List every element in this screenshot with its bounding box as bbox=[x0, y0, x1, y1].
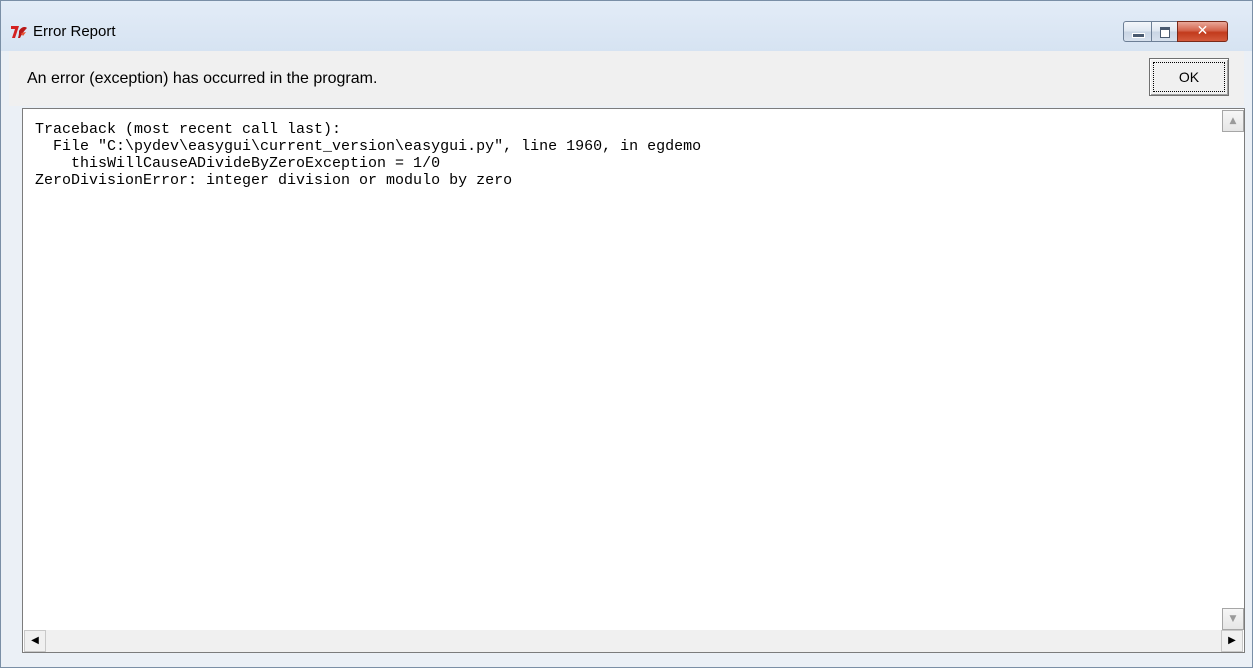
scroll-up-button[interactable]: ▲ bbox=[1222, 110, 1244, 132]
ok-button-label: OK bbox=[1178, 69, 1200, 85]
traceback-text-area[interactable]: Traceback (most recent call last): File … bbox=[22, 108, 1245, 653]
title-bar[interactable]: Error Report ✕ bbox=[1, 1, 1252, 51]
window-title: Error Report bbox=[33, 23, 116, 40]
maximize-icon bbox=[1160, 27, 1170, 38]
minimize-icon bbox=[1132, 33, 1145, 38]
chevron-down-icon: ▼ bbox=[1229, 614, 1237, 624]
vertical-scrollbar[interactable]: ▲ ▼ bbox=[1222, 110, 1244, 630]
chevron-up-icon: ▲ bbox=[1229, 116, 1237, 126]
close-icon: ✕ bbox=[1196, 23, 1209, 39]
chevron-right-icon: ▶ bbox=[1228, 635, 1236, 646]
chevron-left-icon: ◀ bbox=[31, 635, 39, 646]
scroll-left-button[interactable]: ◀ bbox=[24, 630, 46, 652]
maximize-button[interactable] bbox=[1151, 21, 1178, 42]
horizontal-scrollbar[interactable]: ◀ ▶ bbox=[24, 630, 1243, 652]
ok-button[interactable]: OK bbox=[1149, 58, 1229, 96]
close-button[interactable]: ✕ bbox=[1177, 21, 1228, 42]
traceback-text: Traceback (most recent call last): File … bbox=[35, 121, 702, 189]
minimize-button[interactable] bbox=[1123, 21, 1152, 42]
python-feather-icon bbox=[10, 23, 28, 41]
scroll-down-button[interactable]: ▼ bbox=[1222, 608, 1244, 630]
error-report-window: Error Report ✕ An error (exception) has … bbox=[0, 0, 1253, 668]
scroll-right-button[interactable]: ▶ bbox=[1221, 630, 1243, 652]
error-message: An error (exception) has occurred in the… bbox=[27, 70, 378, 87]
